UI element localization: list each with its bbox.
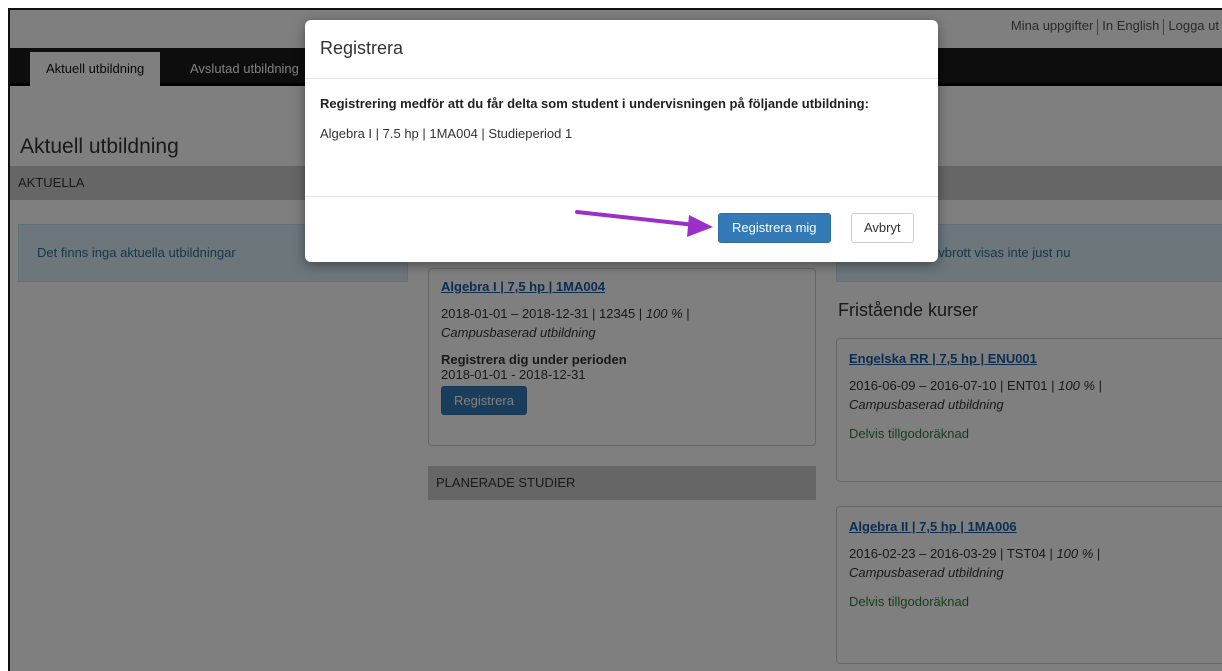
modal-course-text: Algebra I | 7.5 hp | 1MA004 | Studieperi… bbox=[320, 126, 573, 141]
register-me-button[interactable]: Registrera mig bbox=[718, 213, 831, 243]
modal-body: Registrering medför att du får delta som… bbox=[305, 79, 938, 197]
cancel-button[interactable]: Avbryt bbox=[851, 213, 914, 243]
modal-lead-text: Registrering medför att du får delta som… bbox=[320, 96, 869, 111]
annotation-arrow-icon bbox=[575, 210, 713, 237]
modal-title: Registrera bbox=[305, 20, 938, 79]
